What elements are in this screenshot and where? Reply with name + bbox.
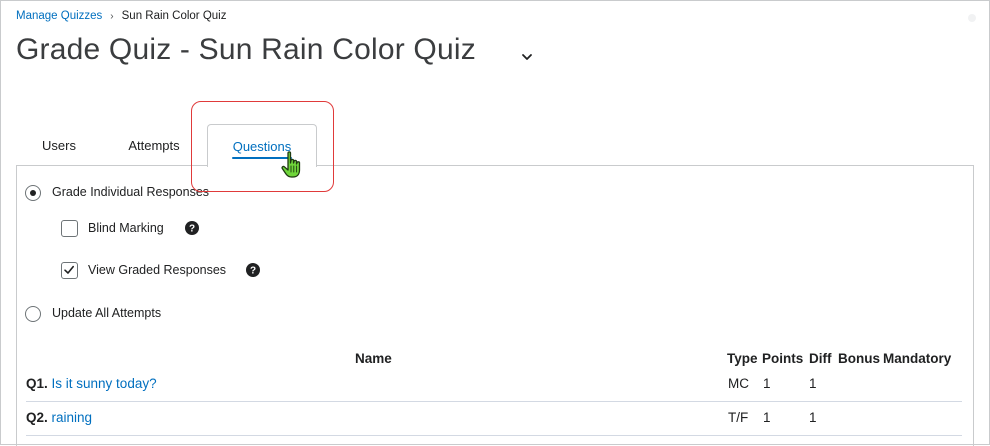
tab-attempts[interactable]: Attempts (120, 124, 188, 166)
view-graded-checkbox[interactable] (61, 262, 78, 279)
question-number: Q1. (26, 376, 48, 391)
question-link[interactable]: Is it sunny today? (52, 376, 157, 391)
column-header-name[interactable]: Name (355, 351, 392, 366)
table-row: Q1. Is it sunny today? (26, 376, 157, 391)
blind-marking-label: Blind Marking (88, 221, 164, 235)
page-title: Grade Quiz - Sun Rain Color Quiz (16, 33, 476, 66)
hand-pointer-icon (281, 151, 301, 178)
help-icon[interactable]: ? (185, 221, 199, 235)
column-header-bonus: Bonus (838, 351, 880, 366)
table-row: Q2. raining (26, 410, 92, 425)
question-link[interactable]: raining (52, 410, 93, 425)
view-graded-label: View Graded Responses (88, 263, 227, 277)
highlight-box (191, 101, 334, 192)
grade-individual-label: Grade Individual Responses (52, 185, 210, 199)
svg-text:?: ? (250, 266, 256, 277)
question-points: 1 (763, 410, 771, 425)
question-type: T/F (728, 410, 749, 425)
column-header-mandatory: Mandatory (883, 351, 952, 366)
breadcrumb-separator: › (110, 10, 114, 22)
chevron-down-icon[interactable] (520, 50, 534, 64)
breadcrumb-current: Sun Rain Color Quiz (121, 10, 227, 22)
column-header-type: Type (727, 351, 758, 366)
grade-individual-radio[interactable] (25, 185, 41, 201)
question-difficulty: 1 (809, 410, 817, 425)
row-divider (26, 401, 962, 402)
help-icon[interactable]: ? (246, 263, 260, 277)
breadcrumb: Manage Quizzes › Sun Rain Color Quiz (16, 10, 226, 22)
question-number: Q2. (26, 410, 48, 425)
tab-users[interactable]: Users (34, 124, 84, 166)
scroll-indicator (968, 14, 976, 22)
update-all-attempts-label: Update All Attempts (52, 306, 162, 320)
question-points: 1 (763, 376, 771, 391)
breadcrumb-manage-quizzes-link[interactable]: Manage Quizzes (16, 10, 102, 22)
column-header-diff: Diff (809, 351, 832, 366)
row-divider (26, 435, 962, 436)
blind-marking-checkbox[interactable] (61, 220, 78, 237)
update-all-attempts-radio[interactable] (25, 306, 41, 322)
checkmark-icon (64, 265, 74, 274)
question-type: MC (728, 376, 749, 391)
question-difficulty: 1 (809, 376, 817, 391)
column-header-points: Points (762, 351, 804, 366)
svg-text:?: ? (189, 224, 195, 235)
